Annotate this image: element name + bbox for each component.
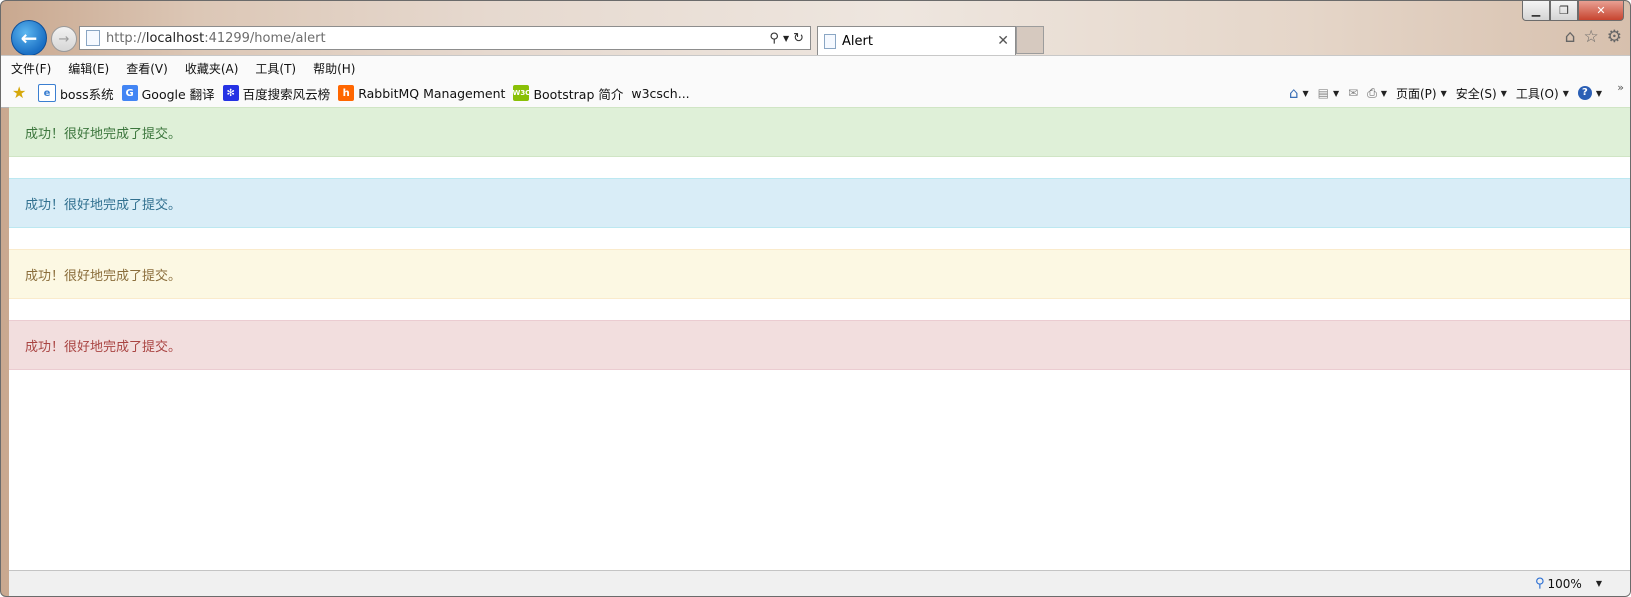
- page-content: 成功！很好地完成了提交。 成功！很好地完成了提交。 成功！很好地完成了提交。 成…: [9, 107, 1630, 571]
- close-tab-icon[interactable]: ✕: [997, 33, 1009, 49]
- menu-view[interactable]: 查看(V): [126, 60, 168, 77]
- minimize-button[interactable]: ▁: [1522, 1, 1550, 21]
- back-arrow-icon: ←: [20, 26, 38, 50]
- tools-menu-label: 工具(O): [1515, 86, 1559, 101]
- new-tab-button[interactable]: [1016, 26, 1044, 54]
- dropdown-caret-icon[interactable]: ▼: [783, 34, 789, 43]
- title-bar: ▁ ❐ ✕ ← → http://localhost:41299/home/al…: [1, 1, 1630, 56]
- tools-menu[interactable]: 工具(O) ▼: [1516, 85, 1569, 102]
- favorite-google-translate[interactable]: G Google 翻译: [121, 84, 215, 103]
- favorite-w3cschool[interactable]: w3csch...: [631, 86, 689, 101]
- home-icon[interactable]: ⌂: [1565, 27, 1576, 47]
- favorites-star-icon[interactable]: ☆: [1584, 27, 1599, 47]
- mail-icon: ✉: [1348, 86, 1359, 100]
- menu-tools[interactable]: 工具(T): [255, 60, 296, 77]
- help-command[interactable]: ? ▼: [1577, 86, 1602, 100]
- tab-alert[interactable]: Alert ✕: [817, 26, 1016, 55]
- maximize-button[interactable]: ❐: [1550, 1, 1578, 21]
- alert-success: 成功！很好地完成了提交。: [9, 107, 1630, 157]
- back-button[interactable]: ←: [11, 20, 47, 56]
- dropdown-caret-icon: ▼: [1380, 88, 1387, 98]
- dropdown-caret-icon: ▼: [1500, 88, 1507, 98]
- print-icon: ⎙: [1367, 85, 1377, 100]
- rss-feed-icon: ▤: [1317, 86, 1329, 100]
- favorite-label: boss系统: [60, 86, 114, 102]
- favorite-baidu[interactable]: ✻ 百度搜索风云榜: [222, 84, 331, 103]
- page-menu-label: 页面(P): [1395, 86, 1437, 101]
- zoom-dropdown-caret-icon[interactable]: ▼: [1596, 579, 1602, 588]
- google-translate-icon: G: [121, 85, 138, 101]
- toolbar-right-icons: ⌂ ☆ ⚙: [1565, 27, 1622, 47]
- gear-icon[interactable]: ⚙: [1607, 27, 1622, 47]
- tab-title: Alert: [842, 33, 873, 49]
- page-icon: [86, 30, 100, 46]
- rabbitmq-icon: h: [338, 85, 355, 101]
- url-scheme: http://: [106, 30, 146, 46]
- alert-text: 成功！很好地完成了提交。: [25, 126, 182, 142]
- favorite-label: Bootstrap 简介: [533, 86, 624, 102]
- refresh-icon[interactable]: ↻: [793, 31, 804, 46]
- w3c-icon: W3C: [513, 85, 530, 101]
- mail-command[interactable]: ✉: [1348, 86, 1358, 100]
- dropdown-caret-icon: ▼: [1332, 88, 1340, 98]
- alert-danger: 成功！很好地完成了提交。: [9, 320, 1630, 370]
- favorite-boss[interactable]: e boss系统: [38, 84, 114, 103]
- feeds-command[interactable]: ▤ ▼: [1318, 86, 1340, 100]
- safety-menu-label: 安全(S): [1455, 86, 1497, 101]
- menu-bar: 文件(F) 编辑(E) 查看(V) 收藏夹(A) 工具(T) 帮助(H): [1, 55, 1630, 80]
- command-bar: ⌂ ▼ ▤ ▼ ✉ ⎙ ▼ 页面(P) ▼ 安全(S) ▼ 工具(O) ▼ ? ▼: [1289, 79, 1602, 107]
- add-favorite-star-icon[interactable]: ★: [12, 84, 30, 102]
- window-controls: ▁ ❐ ✕: [1522, 1, 1624, 21]
- overflow-chevron-icon[interactable]: »: [1617, 81, 1624, 94]
- home-command[interactable]: ⌂ ▼: [1289, 84, 1309, 102]
- favorite-rabbitmq[interactable]: h RabbitMQ Management: [338, 85, 505, 101]
- dropdown-caret-icon: ▼: [1595, 88, 1602, 98]
- forward-button[interactable]: →: [51, 26, 77, 52]
- forward-arrow-icon: →: [58, 31, 70, 47]
- search-icon[interactable]: ⚲: [769, 31, 779, 46]
- dropdown-caret-icon: ▼: [1440, 88, 1447, 98]
- alert-info: 成功！很好地完成了提交。: [9, 178, 1630, 228]
- menu-edit[interactable]: 编辑(E): [68, 60, 109, 77]
- print-command[interactable]: ⎙ ▼: [1367, 86, 1387, 101]
- address-tools: ⚲ ▼ ↻: [769, 31, 810, 46]
- menu-favorites[interactable]: 收藏夹(A): [185, 60, 239, 77]
- page-icon: e: [38, 84, 56, 102]
- url-path: :41299/home/alert: [204, 30, 326, 46]
- menu-help[interactable]: 帮助(H): [313, 60, 355, 77]
- favorite-label: w3csch...: [631, 85, 690, 101]
- menu-file[interactable]: 文件(F): [11, 60, 51, 77]
- alert-text: 成功！很好地完成了提交。: [25, 339, 182, 355]
- dropdown-caret-icon: ▼: [1562, 88, 1569, 98]
- address-url[interactable]: http://localhost:41299/home/alert: [106, 31, 769, 46]
- zoom-level: 100%: [1547, 576, 1582, 591]
- zoom-control[interactable]: ⚲ 100%: [1535, 576, 1582, 591]
- home-icon: ⌂: [1288, 84, 1299, 102]
- safety-menu[interactable]: 安全(S) ▼: [1456, 85, 1507, 102]
- alert-text: 成功！很好地完成了提交。: [25, 197, 182, 213]
- alert-warning: 成功！很好地完成了提交。: [9, 249, 1630, 299]
- close-button[interactable]: ✕: [1578, 1, 1624, 21]
- favorite-label: Google 翻译: [141, 86, 215, 102]
- page-icon: [824, 33, 836, 49]
- dropdown-caret-icon: ▼: [1302, 88, 1309, 98]
- favorite-label: 百度搜索风云榜: [242, 86, 331, 102]
- address-bar[interactable]: http://localhost:41299/home/alert ⚲ ▼ ↻: [79, 26, 811, 50]
- page-menu[interactable]: 页面(P) ▼: [1396, 85, 1447, 102]
- browser-window: ▁ ❐ ✕ ← → http://localhost:41299/home/al…: [0, 0, 1631, 597]
- baidu-paw-icon: ✻: [222, 85, 239, 101]
- favorite-bootstrap[interactable]: W3C Bootstrap 简介: [513, 84, 623, 103]
- zoom-magnifier-icon: ⚲: [1535, 576, 1545, 591]
- alert-text: 成功！很好地完成了提交。: [25, 268, 182, 284]
- favorites-bar: ★ e boss系统 G Google 翻译 ✻ 百度搜索风云榜 h Rabbi…: [1, 79, 1630, 108]
- help-icon: ?: [1577, 86, 1592, 100]
- url-host: localhost: [145, 30, 205, 46]
- favorite-label: RabbitMQ Management: [358, 85, 506, 101]
- status-bar: ⚲ 100% ▼: [9, 570, 1630, 596]
